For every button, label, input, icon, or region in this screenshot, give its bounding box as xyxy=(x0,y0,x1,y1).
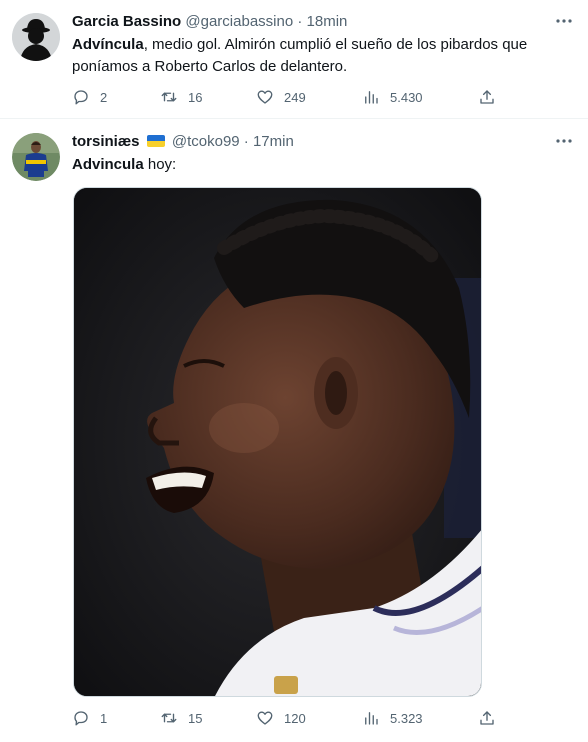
reply-icon xyxy=(74,90,88,105)
reply-icon xyxy=(74,711,88,726)
retweet-icon xyxy=(161,92,177,102)
avatar[interactable] xyxy=(12,133,60,181)
share-button[interactable] xyxy=(478,707,496,729)
tweet-header: torsiniæs @tcoko99 · 17min xyxy=(72,133,294,151)
username-handle[interactable]: @garciabassino xyxy=(185,13,293,30)
like-button[interactable]: 249 xyxy=(256,86,306,108)
like-icon xyxy=(257,711,273,725)
like-count: 249 xyxy=(284,89,306,105)
reply-button[interactable]: 1 xyxy=(72,707,107,729)
display-name[interactable]: Garcia Bassino xyxy=(72,13,181,30)
football-player-avatar-image xyxy=(12,133,60,181)
avatar[interactable] xyxy=(12,13,60,61)
like-icon xyxy=(257,90,273,104)
tweet-actions: 1 15 120 5.323 xyxy=(72,707,502,729)
reply-count: 2 xyxy=(100,89,108,105)
reply-button[interactable]: 2 xyxy=(72,86,107,108)
separator-dot: · xyxy=(243,133,249,150)
laughing-player-photo xyxy=(74,188,481,696)
tweet-header: Garcia Bassino @garciabassino · 18min xyxy=(72,13,347,31)
ukraine-flag-icon xyxy=(146,135,165,147)
tweet[interactable]: Garcia Bassino @garciabassino · 18min Ad… xyxy=(0,0,588,119)
view-count: 5.430 xyxy=(390,89,423,105)
views-icon xyxy=(365,91,378,104)
like-button[interactable]: 120 xyxy=(256,707,306,729)
tweet-actions: 2 16 249 5.430 xyxy=(72,86,502,108)
tweet[interactable]: torsiniæs @tcoko99 · 17min Advincula hoy… xyxy=(0,119,588,742)
retweet-button[interactable]: 15 xyxy=(160,707,202,729)
views-button[interactable]: 5.430 xyxy=(362,86,423,108)
retweet-count: 15 xyxy=(188,710,203,726)
tweet-media-image[interactable] xyxy=(73,187,482,697)
more-icon[interactable] xyxy=(554,12,574,30)
timestamp[interactable]: 18min xyxy=(307,13,348,30)
mention-bold: Advíncula xyxy=(72,36,144,53)
views-icon xyxy=(365,712,378,725)
share-icon xyxy=(480,90,494,104)
tweet-text-body: hoy: xyxy=(143,156,177,173)
display-name[interactable]: torsiniæs xyxy=(72,133,140,150)
share-button[interactable] xyxy=(478,86,496,108)
views-button[interactable]: 5.323 xyxy=(362,707,423,729)
retweet-button[interactable]: 16 xyxy=(160,86,202,108)
timestamp[interactable]: 17min xyxy=(253,133,294,150)
separator-dot: · xyxy=(297,13,303,30)
tweet-text: Advincula hoy: xyxy=(72,154,572,176)
reply-count: 1 xyxy=(100,710,108,726)
username-handle[interactable]: @tcoko99 xyxy=(172,133,240,150)
share-icon xyxy=(480,711,494,725)
like-count: 120 xyxy=(284,710,306,726)
view-count: 5.323 xyxy=(390,710,423,726)
silhouette-avatar-image xyxy=(12,13,60,61)
retweet-count: 16 xyxy=(188,89,203,105)
tweet-text: Advíncula, medio gol. Almirón cumplió el… xyxy=(72,34,572,78)
mention-bold: Advincula xyxy=(72,156,144,173)
more-icon[interactable] xyxy=(554,132,574,150)
retweet-icon xyxy=(161,713,177,723)
